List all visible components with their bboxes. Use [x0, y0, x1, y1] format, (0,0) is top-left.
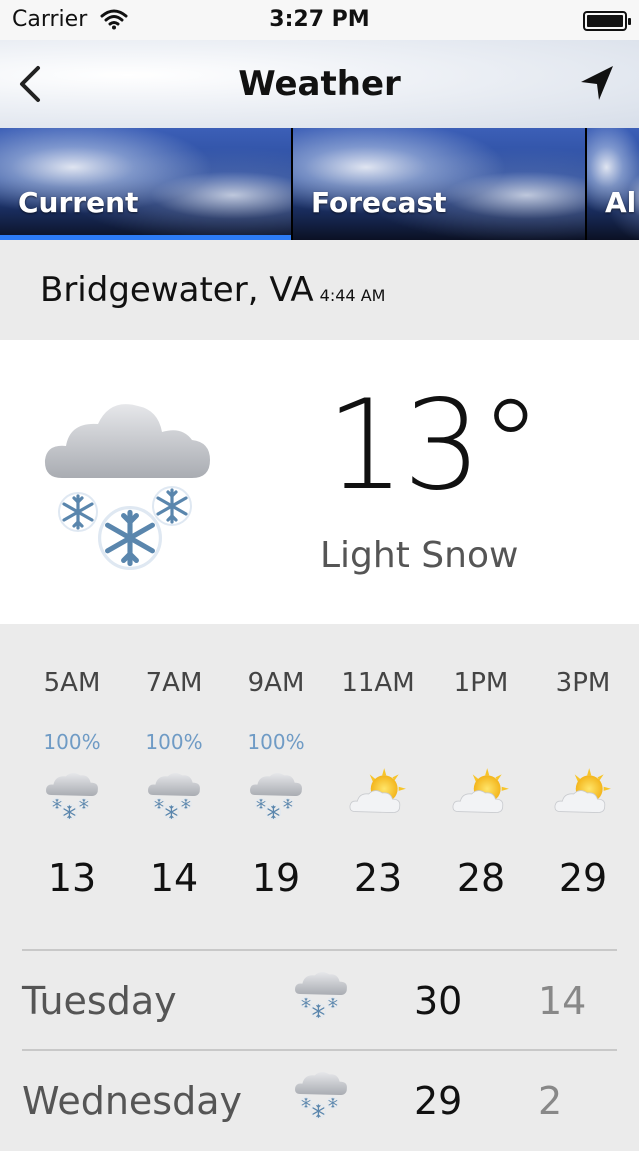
location-name: Bridgewater, VA 4:44 AM: [40, 270, 385, 310]
hourly-item: 7AM 100% 14: [123, 624, 225, 944]
hour-temperature: 29: [558, 856, 608, 900]
day-low: 2: [538, 1079, 563, 1123]
snow-cloud-icon: [245, 764, 307, 826]
hour-time: 5AM: [43, 668, 101, 698]
snow-cloud-icon: [41, 764, 103, 826]
battery-icon: [583, 11, 631, 31]
hour-time: 1PM: [453, 668, 509, 698]
tab-forecast[interactable]: Forecast: [293, 128, 587, 240]
navigation-bar: Weather: [0, 40, 639, 128]
hour-temperature: 13: [47, 856, 97, 900]
partly-sunny-icon: [349, 767, 407, 813]
tab-alerts[interactable]: Al: [587, 128, 639, 240]
section-tabs: Current Forecast Al: [0, 128, 639, 240]
location-header: Bridgewater, VA 4:44 AM: [0, 240, 639, 340]
partly-sunny-icon: [452, 767, 510, 813]
current-temperature: 13°: [326, 374, 542, 518]
tab-current[interactable]: Current: [0, 128, 293, 240]
tab-label: Current: [18, 186, 139, 219]
daily-row[interactable]: Tuesday 30 14: [22, 949, 617, 1051]
day-low: 14: [538, 979, 587, 1023]
current-condition: Light Snow: [320, 535, 519, 576]
snow-cloud-icon: [290, 1063, 352, 1125]
hour-temperature: 14: [149, 856, 199, 900]
status-time: 3:27 PM: [269, 7, 370, 32]
observation-time: 4:44 AM: [319, 286, 386, 305]
hourly-item: 11AM 23: [327, 624, 429, 944]
city-name: Bridgewater, VA: [40, 270, 314, 310]
snow-cloud-icon: [44, 404, 210, 571]
snow-cloud-icon: [143, 764, 205, 826]
day-high: 29: [414, 1079, 463, 1123]
current-conditions: 13° Light Snow: [0, 340, 639, 624]
hourly-item: 1PM 28: [430, 624, 532, 944]
day-name: Wednesday: [22, 1079, 243, 1123]
partly-sunny-icon: [554, 767, 612, 813]
hour-temperature: 28: [456, 856, 506, 900]
status-bar: Carrier 3:27 PM: [0, 0, 639, 40]
page-title: Weather: [238, 64, 401, 104]
location-arrow-icon[interactable]: [577, 64, 617, 104]
snow-cloud-icon: [290, 963, 352, 1025]
day-name: Tuesday: [22, 979, 177, 1023]
tab-label: Forecast: [311, 186, 447, 219]
hourly-item: 9AM 100% 19: [225, 624, 327, 944]
precip-chance: 100%: [247, 730, 305, 754]
precip-chance: 100%: [145, 730, 203, 754]
hour-time: 3PM: [555, 668, 611, 698]
hourly-item: 5AM 100% 13: [21, 624, 123, 944]
hour-time: 7AM: [145, 668, 203, 698]
hour-time: 9AM: [247, 668, 305, 698]
day-high: 30: [414, 979, 463, 1023]
hourly-item: 3PM 29: [532, 624, 634, 944]
precip-chance: 100%: [43, 730, 101, 754]
hour-temperature: 23: [353, 856, 403, 900]
hourly-forecast: 5AM 100% 13 7AM 100% 14 9AM 100% 19 11AM…: [0, 624, 639, 944]
hour-temperature: 19: [251, 856, 301, 900]
hour-time: 11AM: [341, 668, 415, 698]
tab-label: Al: [605, 186, 637, 219]
